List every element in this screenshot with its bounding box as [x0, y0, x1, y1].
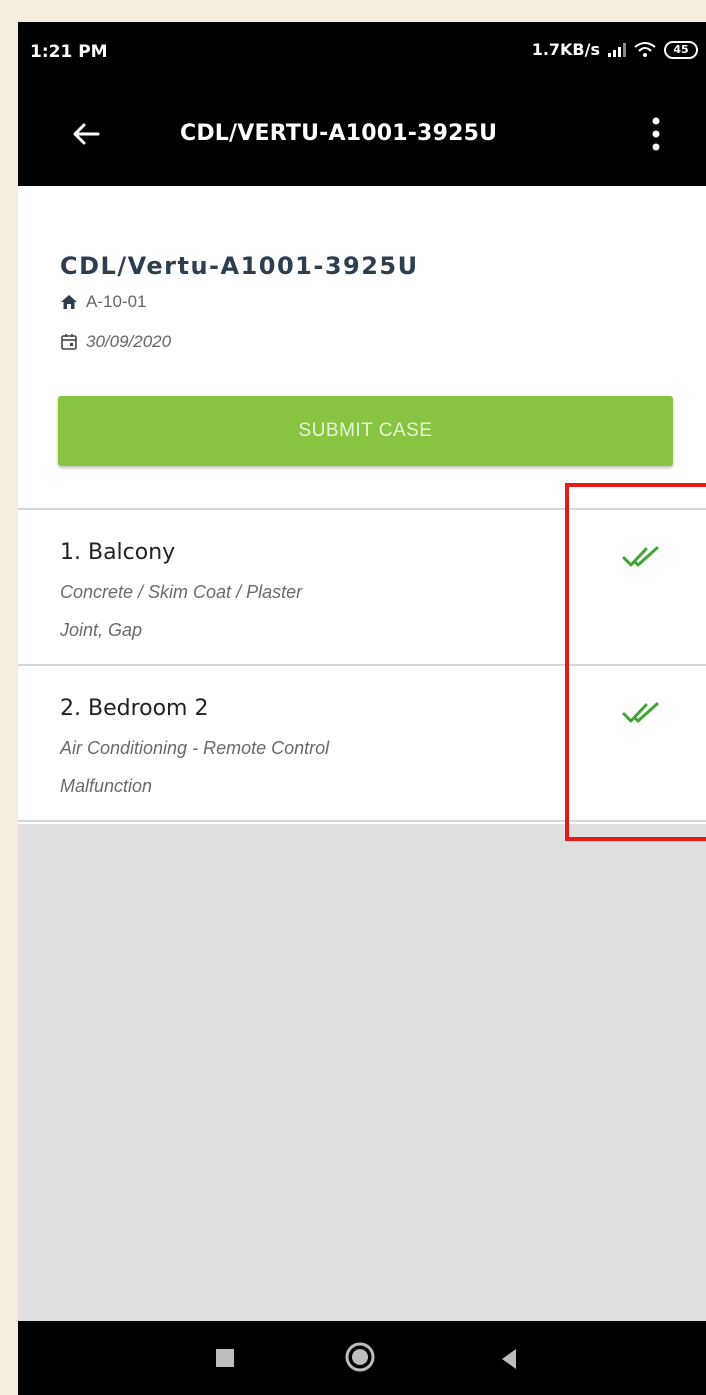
case-header-card: CDL/Vertu-A1001-3925U A-10-01 30/09/2020… — [18, 186, 706, 508]
case-date: 30/09/2020 — [60, 332, 171, 352]
list-item[interactable]: 1. Balcony Concrete / Skim Coat / Plaste… — [18, 510, 706, 666]
calendar-icon — [61, 334, 77, 350]
more-vert-icon[interactable] — [638, 114, 674, 154]
wifi-icon — [634, 41, 656, 57]
home-icon — [61, 295, 77, 309]
nav-back-icon[interactable] — [498, 1347, 518, 1371]
battery-icon: 45 — [664, 40, 698, 59]
status-bar: 1:21 PM 1.7KB/s 45 — [18, 22, 706, 86]
item-title: 1. Balcony — [60, 540, 176, 565]
item-category: Air Conditioning - Remote Control — [60, 738, 330, 758]
app-bar-title: CDL/VERTU-A1001-3925U — [180, 121, 498, 146]
item-issue: Malfunction — [60, 776, 153, 796]
app-bar: CDL/VERTU-A1001-3925U — [18, 86, 706, 186]
recents-button[interactable] — [216, 1349, 234, 1367]
system-nav-bar — [18, 1321, 706, 1395]
phone-screen: 1:21 PM 1.7KB/s 45 CDL/VERTU-A1001-3925U — [18, 22, 706, 1395]
case-date-text: 30/09/2020 — [86, 332, 172, 351]
item-title: 2. Bedroom 2 — [60, 696, 209, 721]
case-unit: A-10-01 — [60, 292, 146, 312]
home-button-icon[interactable] — [344, 1341, 376, 1373]
status-indicators: 1.7KB/s 45 — [532, 40, 698, 59]
double-check-icon — [622, 546, 659, 567]
status-time: 1:21 PM — [30, 42, 108, 62]
list-item[interactable]: 2. Bedroom 2 Air Conditioning - Remote C… — [18, 666, 706, 822]
back-arrow-icon[interactable] — [68, 116, 104, 152]
double-check-icon — [622, 702, 659, 723]
case-unit-text: A-10-01 — [86, 292, 147, 311]
signal-icon — [608, 42, 626, 57]
network-speed: 1.7KB/s — [531, 40, 600, 59]
submit-case-button[interactable]: SUBMIT CASE — [58, 396, 673, 466]
case-title: CDL/Vertu-A1001-3925U — [60, 252, 419, 280]
item-list: 1. Balcony Concrete / Skim Coat / Plaste… — [18, 508, 706, 824]
item-category: Concrete / Skim Coat / Plaster — [60, 582, 303, 602]
item-issue: Joint, Gap — [60, 620, 143, 640]
